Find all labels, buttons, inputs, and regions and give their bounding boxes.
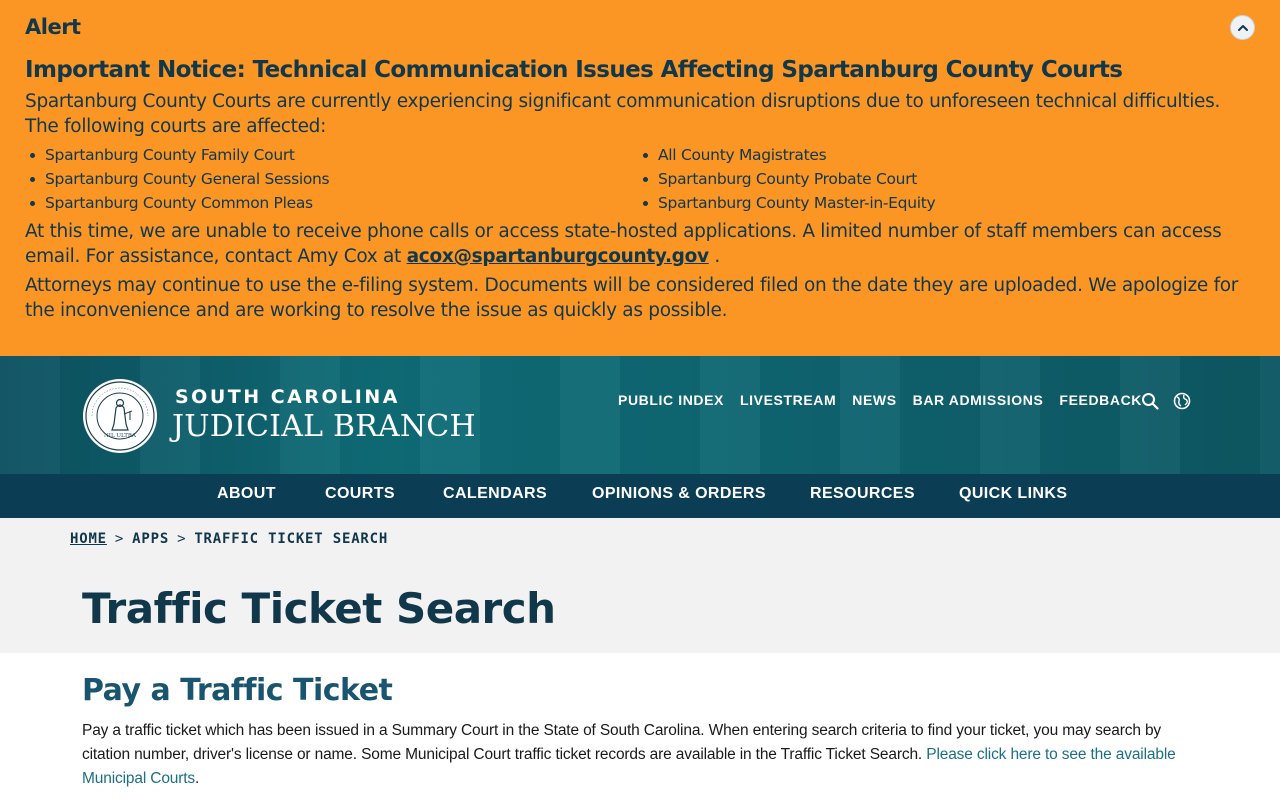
- svg-text:NIL ULTRA: NIL ULTRA: [104, 433, 137, 439]
- list-item: Spartanburg County Family Court: [25, 143, 329, 167]
- alert-efiling-paragraph: Attorneys may continue to use the e-fili…: [25, 275, 1239, 321]
- util-link-livestream[interactable]: LIVESTREAM: [740, 392, 836, 408]
- list-item: Spartanburg County Master-in-Equity: [638, 191, 936, 215]
- breadcrumb-separator: >: [114, 531, 125, 547]
- alert-banner: Alert Important Notice: Technical Commun…: [0, 0, 1280, 356]
- affected-courts-right: All County Magistrates Spartanburg Count…: [638, 143, 936, 215]
- affected-courts-left: Spartanburg County Family Court Spartanb…: [25, 143, 330, 215]
- main-nav: ABOUT COURTS CALENDARS OPINIONS & ORDERS…: [0, 474, 1280, 518]
- section-description: Pay a traffic ticket which has been issu…: [82, 719, 1202, 791]
- page-header-band: HOME > APPS > TRAFFIC TICKET SEARCH Traffic …: [0, 518, 1280, 653]
- breadcrumb-home[interactable]: HOME: [70, 531, 107, 547]
- nav-item-about[interactable]: ABOUT: [217, 485, 276, 503]
- page-title: Traffic Ticket Search: [82, 584, 556, 633]
- site-header: NIL ULTRA SOUTH CAROLINA JUDICIAL BRANCH…: [0, 356, 1280, 474]
- list-item: Spartanburg County Probate Court: [638, 167, 935, 191]
- section-title: Pay a Traffic Ticket: [82, 673, 393, 708]
- contact-email-link[interactable]: acox@spartanburgcounty.gov: [407, 246, 710, 267]
- list-item: Spartanburg County General Sessions: [25, 167, 330, 191]
- nav-item-courts[interactable]: COURTS: [325, 485, 395, 503]
- util-link-public-index[interactable]: PUBLIC INDEX: [618, 392, 724, 408]
- brand-branch-name[interactable]: JUDICIAL BRANCH: [172, 409, 476, 444]
- breadcrumb: HOME > APPS > TRAFFIC TICKET SEARCH: [70, 531, 388, 547]
- search-icon[interactable]: [1141, 392, 1159, 410]
- util-link-bar-admissions[interactable]: BAR ADMISSIONS: [913, 392, 1044, 408]
- brand-state-name[interactable]: SOUTH CAROLINA: [175, 386, 400, 408]
- list-item: Spartanburg County Common Pleas: [25, 191, 329, 215]
- section-description-end: .: [195, 770, 200, 787]
- globe-icon[interactable]: [1173, 392, 1191, 410]
- nav-item-resources[interactable]: RESOURCES: [810, 485, 915, 503]
- alert-contact-end: .: [714, 246, 720, 267]
- court-seal-logo[interactable]: NIL ULTRA: [82, 378, 158, 454]
- nav-item-opinions-orders[interactable]: OPINIONS & ORDERS: [592, 485, 766, 503]
- alert-title: Important Notice: Technical Communicatio…: [25, 57, 1123, 83]
- alert-contact-paragraph: At this time, we are unable to receive p…: [25, 219, 1255, 269]
- chevron-up-icon: [1237, 24, 1248, 31]
- alert-intro: Spartanburg County Courts are currently …: [25, 91, 1221, 137]
- breadcrumb-separator: >: [177, 531, 187, 547]
- breadcrumb-apps[interactable]: APPS: [132, 531, 169, 547]
- nav-item-calendars[interactable]: CALENDARS: [443, 485, 547, 503]
- util-link-feedback[interactable]: FEEDBACK: [1059, 392, 1142, 408]
- breadcrumb-current: TRAFFIC TICKET SEARCH: [194, 531, 389, 547]
- util-link-news[interactable]: NEWS: [852, 392, 896, 408]
- nav-item-quick-links[interactable]: QUICK LINKS: [959, 485, 1067, 503]
- alert-label: Alert: [25, 15, 81, 39]
- utility-nav: PUBLIC INDEX LIVESTREAM NEWS BAR ADMISSI…: [618, 392, 1158, 408]
- alert-collapse-button[interactable]: [1230, 15, 1255, 40]
- list-item: All County Magistrates: [638, 143, 935, 167]
